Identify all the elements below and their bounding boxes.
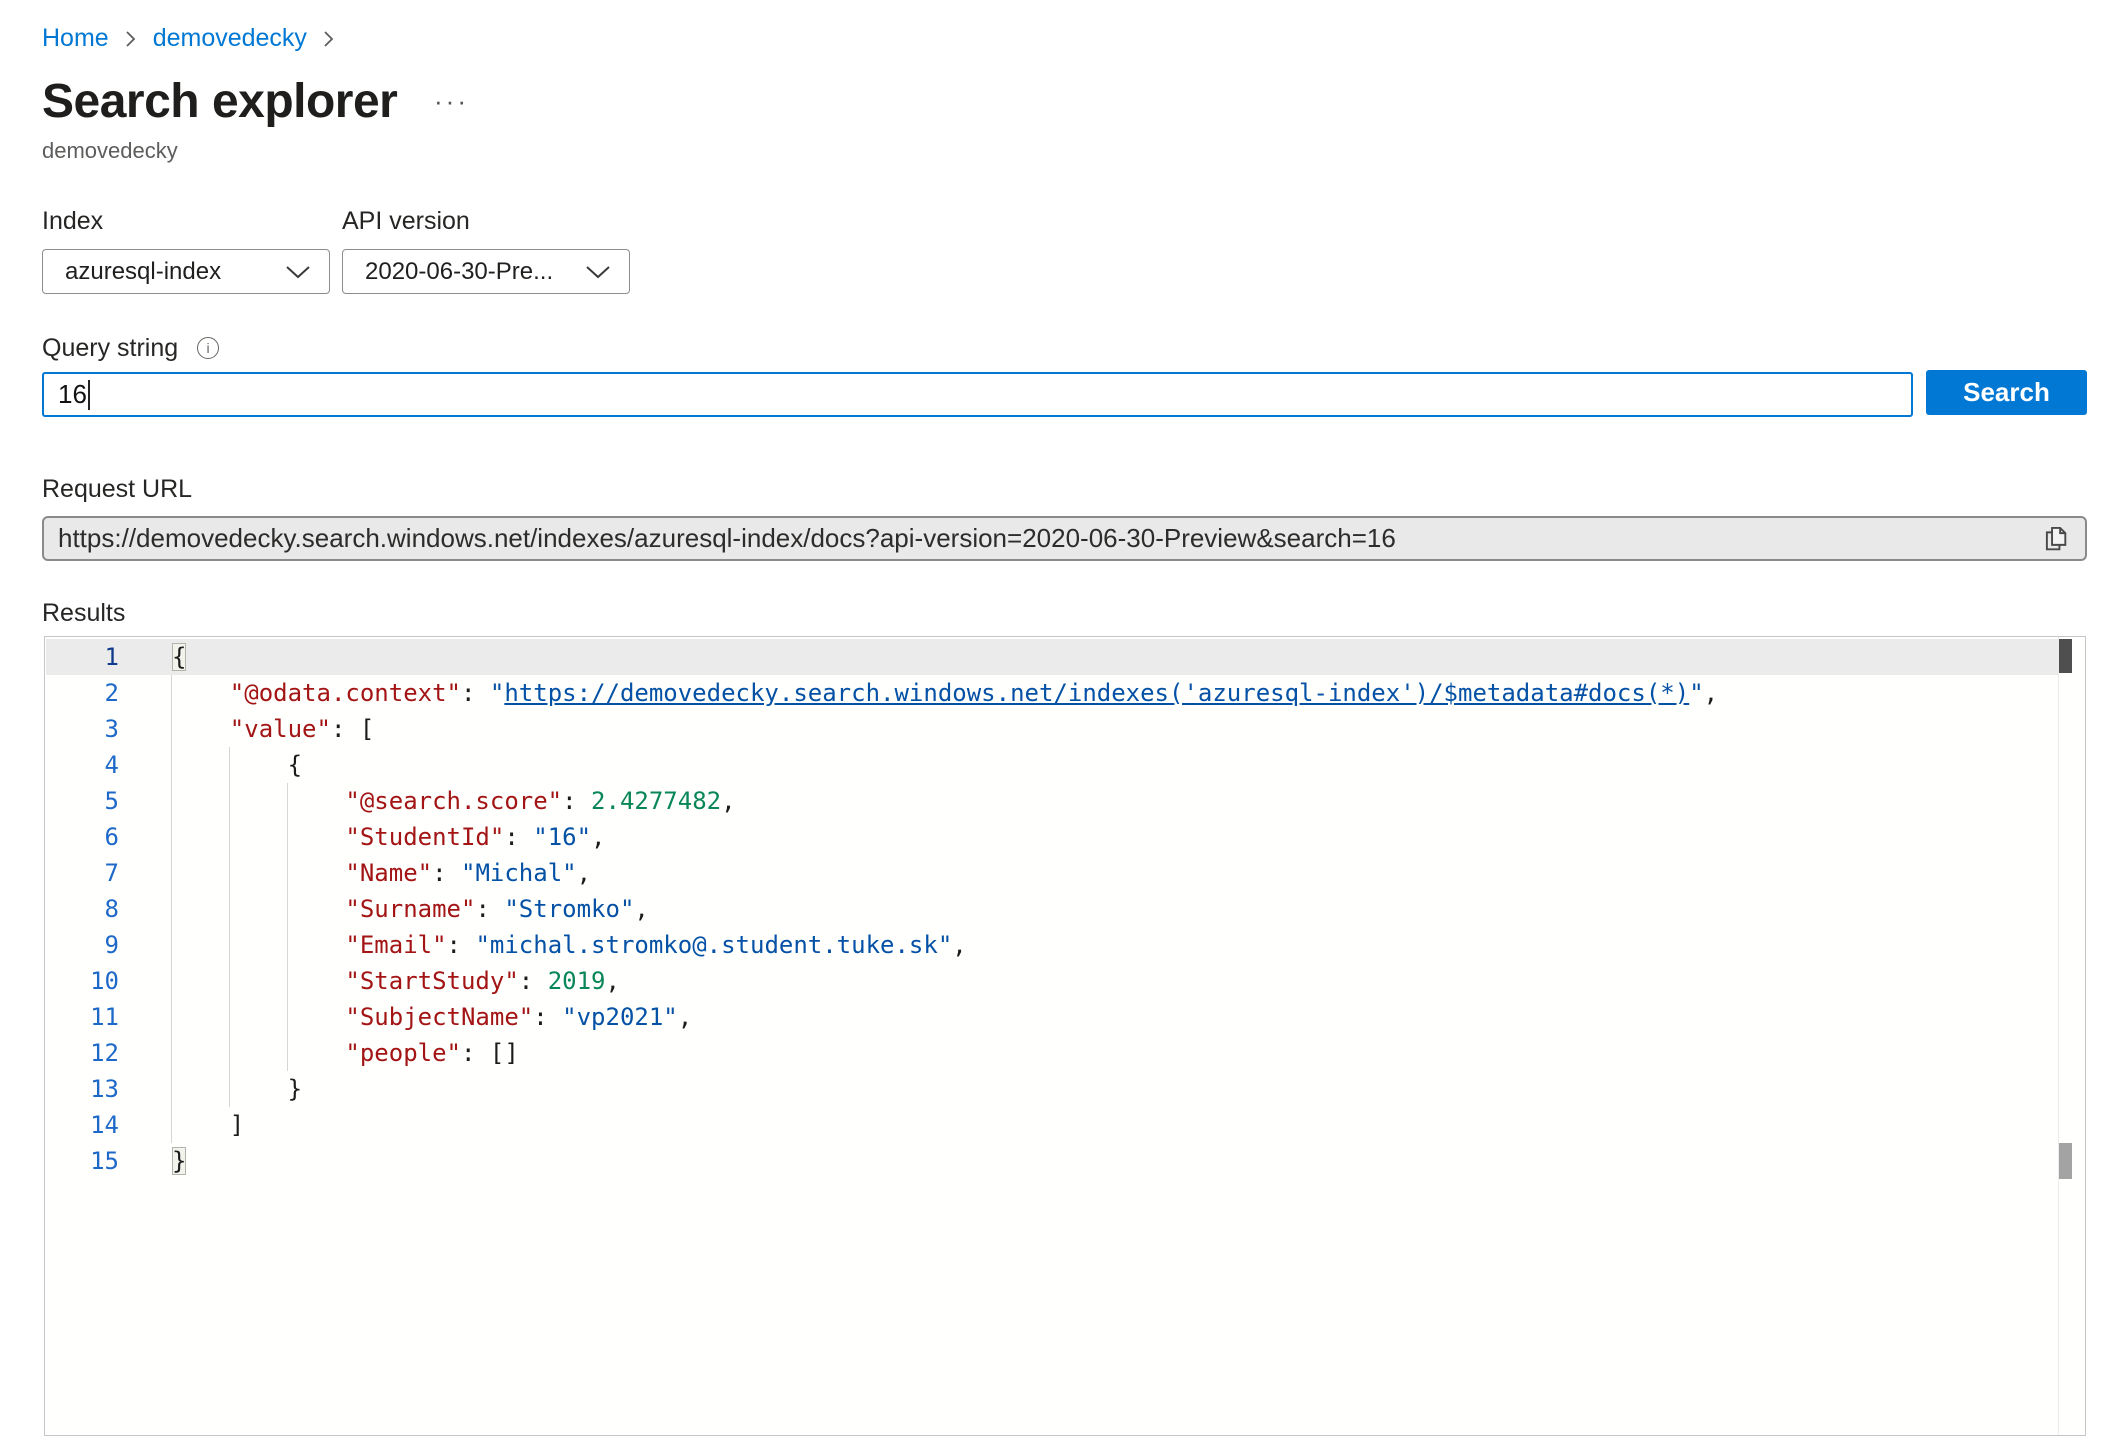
code-text: "SubjectName": "vp2021", [119, 999, 692, 1035]
code-line: 9 "Email": "michal.stromko@.student.tuke… [46, 927, 2058, 963]
line-number: 14 [46, 1107, 119, 1143]
code-line: 15} [46, 1143, 2058, 1179]
line-number: 3 [46, 711, 119, 747]
index-select-value: azuresql-index [65, 258, 275, 286]
scrollbar-thumb[interactable] [2059, 639, 2072, 673]
code-text: "value": [ [119, 711, 374, 747]
line-number: 2 [46, 675, 119, 711]
code-text: } [119, 1143, 186, 1179]
line-number: 6 [46, 819, 119, 855]
line-number: 9 [46, 927, 119, 963]
code-line: 11 "SubjectName": "vp2021", [46, 999, 2058, 1035]
editor-scrollbar[interactable] [2058, 637, 2085, 1435]
query-string-input[interactable]: 16 [42, 372, 1913, 417]
more-options-button[interactable]: ··· [434, 86, 469, 117]
api-version-label: API version [342, 207, 470, 236]
page-title: Search explorer [42, 74, 397, 129]
chevron-right-icon [323, 29, 335, 49]
line-number: 12 [46, 1035, 119, 1071]
chevron-down-icon [585, 265, 611, 279]
code-line: 2 "@odata.context": "https://demovedecky… [46, 675, 2058, 711]
code-line: 13 } [46, 1071, 2058, 1107]
search-button[interactable]: Search [1926, 370, 2087, 415]
overview-ruler-mark [2059, 1143, 2072, 1179]
api-version-select[interactable]: 2020-06-30-Pre... [342, 249, 630, 294]
line-number: 15 [46, 1143, 119, 1179]
results-label: Results [42, 599, 125, 628]
chevron-down-icon [285, 265, 311, 279]
api-version-select-value: 2020-06-30-Pre... [365, 258, 575, 286]
code-text: "@odata.context": "https://demovedecky.s… [119, 675, 1718, 711]
code-text: "Name": "Michal", [119, 855, 591, 891]
line-number: 10 [46, 963, 119, 999]
breadcrumb-home-link[interactable]: Home [42, 24, 109, 53]
index-label: Index [42, 207, 103, 236]
breadcrumb: Home demovedecky [42, 24, 351, 53]
query-string-label: Query string [42, 334, 178, 363]
line-number: 7 [46, 855, 119, 891]
request-url-field[interactable]: https://demovedecky.search.windows.net/i… [42, 516, 2087, 561]
copy-icon[interactable] [2041, 524, 2069, 554]
code-line: 4 { [46, 747, 2058, 783]
line-number: 11 [46, 999, 119, 1035]
code-text: } [119, 1071, 302, 1107]
text-caret [88, 380, 90, 410]
code-text: ] [119, 1107, 244, 1143]
line-number: 5 [46, 783, 119, 819]
chevron-right-icon [125, 29, 137, 49]
index-select[interactable]: azuresql-index [42, 249, 330, 294]
code-text: "people": [] [119, 1035, 519, 1071]
code-text: "StartStudy": 2019, [119, 963, 620, 999]
code-line: 14 ] [46, 1107, 2058, 1143]
code-line: 10 "StartStudy": 2019, [46, 963, 2058, 999]
code-line: 6 "StudentId": "16", [46, 819, 2058, 855]
results-editor[interactable]: 1{2 "@odata.context": "https://demovedec… [44, 636, 2086, 1436]
page-subtitle: demovedecky [42, 138, 178, 164]
line-number: 8 [46, 891, 119, 927]
code-line: 5 "@search.score": 2.4277482, [46, 783, 2058, 819]
code-text: "Surname": "Stromko", [119, 891, 649, 927]
code-line: 12 "people": [] [46, 1035, 2058, 1071]
info-icon[interactable]: i [197, 337, 219, 359]
code-line: 3 "value": [ [46, 711, 2058, 747]
code-text: { [119, 747, 302, 783]
code-text: "StudentId": "16", [119, 819, 606, 855]
breadcrumb-demovedecky-link[interactable]: demovedecky [153, 24, 307, 53]
code-line: 1{ [46, 639, 2058, 675]
request-url-value: https://demovedecky.search.windows.net/i… [58, 523, 2041, 554]
code-line: 7 "Name": "Michal", [46, 855, 2058, 891]
query-string-value: 16 [58, 379, 87, 410]
request-url-label: Request URL [42, 475, 192, 504]
code-text: "Email": "michal.stromko@.student.tuke.s… [119, 927, 967, 963]
code-text: "@search.score": 2.4277482, [119, 783, 736, 819]
code-text: { [119, 639, 186, 675]
line-number: 13 [46, 1071, 119, 1107]
code-line: 8 "Surname": "Stromko", [46, 891, 2058, 927]
results-editor-lines: 1{2 "@odata.context": "https://demovedec… [46, 639, 2058, 1179]
line-number: 4 [46, 747, 119, 783]
line-number: 1 [46, 639, 119, 675]
